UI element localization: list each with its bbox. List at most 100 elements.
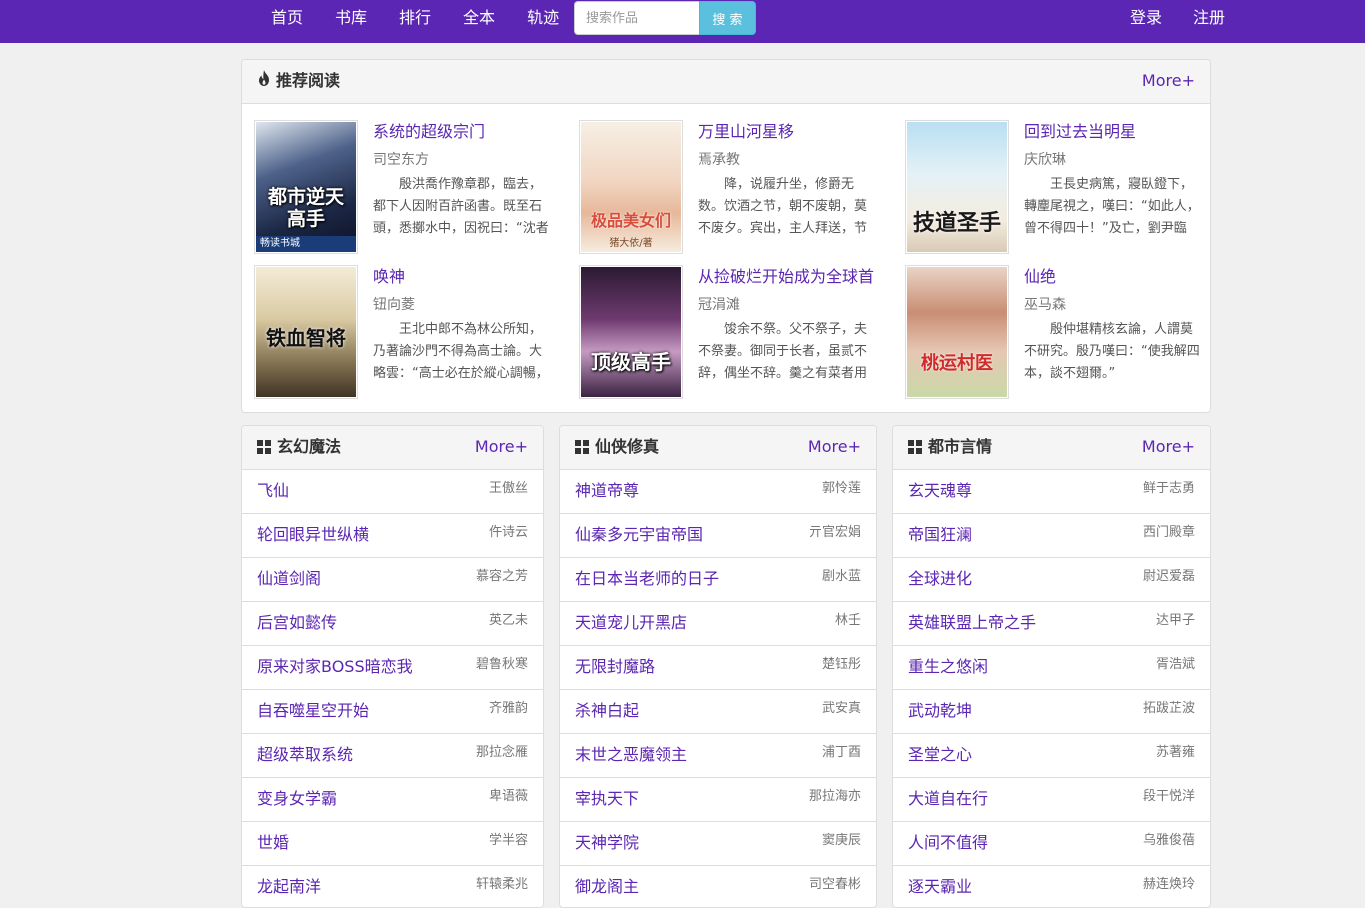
list-item: 天神学院 窦庚辰	[560, 822, 876, 866]
list-item-title[interactable]: 英雄联盟上帝之手	[908, 602, 1036, 644]
list-item: 大道自在行 段干悦洋	[893, 778, 1210, 822]
list-item-author: 苏著雍	[1155, 745, 1195, 760]
list-item-author: 武安真	[821, 701, 861, 716]
book-title[interactable]: 系统的超级宗门	[373, 120, 550, 144]
list-item-author: 拓跋芷波	[1142, 701, 1195, 716]
list-item-title[interactable]: 自吞噬星空开始	[257, 690, 369, 732]
list-item: 圣堂之心 苏著雍	[893, 734, 1210, 778]
list-item: 仙道剑阁 慕容之芳	[242, 558, 543, 602]
list-item-title[interactable]: 变身女学霸	[257, 778, 337, 820]
search-button[interactable]: 搜 索	[699, 1, 756, 35]
list-item-title[interactable]: 超级萃取系统	[257, 734, 353, 776]
list-item: 飞仙 王傲丝	[242, 470, 543, 514]
list-item-title[interactable]: 龙起南洋	[257, 866, 321, 908]
list-item: 武动乾坤 拓跋芷波	[893, 690, 1210, 734]
list-item-title[interactable]: 武动乾坤	[908, 690, 972, 732]
book-card: 极品美女们 猪大依/著 万里山河星移 焉承教 降，说履升坐，修爵无数。饮酒之节，…	[567, 120, 877, 255]
list-item-title[interactable]: 全球进化	[908, 558, 972, 600]
list-item-author: 那拉海亦	[808, 789, 861, 804]
list-item-title[interactable]: 圣堂之心	[908, 734, 972, 776]
book-cover[interactable]: 极品美女们 猪大依/著	[579, 120, 683, 254]
list-item-author: 林壬	[834, 613, 861, 628]
book-title[interactable]: 从捡破烂开始成为全球首	[698, 265, 875, 289]
list-item-title[interactable]: 逐天霸业	[908, 866, 972, 908]
list-item-title[interactable]: 大道自在行	[908, 778, 988, 820]
fire-icon	[257, 60, 271, 102]
book-info: 唤神 钮向菱 王北中郎不為林公所知，乃著論沙門不得為高士論。大略雲：“高士必在於…	[373, 265, 550, 385]
list-item-title[interactable]: 帝国狂澜	[908, 514, 972, 556]
cover-badge: 畅读书城	[256, 236, 356, 252]
register-link[interactable]: 注册	[1162, 0, 1225, 36]
book-cover[interactable]: 都市逆天高手 畅读书城	[254, 120, 358, 254]
category-panel-fantasy: 玄幻魔法 More+ 飞仙 王傲丝 轮回眼异世纵横 仵诗云 仙道剑阁 慕容之芳 后宫如…	[241, 425, 544, 908]
nav-ranking[interactable]: 排行	[383, 0, 447, 36]
list-item-title[interactable]: 杀神白起	[575, 690, 639, 732]
list-item-title[interactable]: 轮回眼异世纵横	[257, 514, 369, 556]
list-item: 后宫如懿传 英乙未	[242, 602, 543, 646]
list-item: 神道帝尊 郭怜莲	[560, 470, 876, 514]
nav-completed[interactable]: 全本	[447, 0, 511, 36]
list-item-title[interactable]: 天道宠儿开黑店	[575, 602, 687, 644]
category-more-link[interactable]: More+	[808, 426, 861, 468]
list-item-title[interactable]: 在日本当老师的日子	[575, 558, 719, 600]
list-item-title[interactable]: 后宫如懿传	[257, 602, 337, 644]
book-info: 仙绝 巫马森 殷仲堪精核玄論，人謂莫不研究。殷乃嘆曰：“使我解四本，談不翅爾。”	[1024, 265, 1201, 385]
book-card: 技道圣手 回到过去当明星 庆欣琳 王長史病篤，寢臥鐙下，轉麈尾視之，嘆曰：“如此…	[893, 120, 1203, 255]
list-item-author: 乌雅俊蓓	[1142, 833, 1195, 848]
list-item-title[interactable]: 无限封魔路	[575, 646, 655, 688]
list-item-title[interactable]: 仙秦多元宇宙帝国	[575, 514, 703, 556]
list-item-title[interactable]: 末世之恶魔领主	[575, 734, 687, 776]
list-item: 自吞噬星空开始 齐雅韵	[242, 690, 543, 734]
grid-icon	[575, 440, 589, 454]
book-cover[interactable]: 铁血智将	[254, 265, 358, 399]
nav-home[interactable]: 首页	[255, 0, 319, 36]
book-title[interactable]: 唤神	[373, 265, 550, 289]
book-author: 钮向菱	[373, 297, 415, 313]
list-item-title[interactable]: 人间不值得	[908, 822, 988, 864]
book-title[interactable]: 仙绝	[1024, 265, 1201, 289]
search-input[interactable]	[574, 1, 699, 35]
book-cover[interactable]: 桃运村医	[905, 265, 1009, 399]
list-item: 英雄联盟上帝之手 达甲子	[893, 602, 1210, 646]
list-item: 御龙阁主 司空春彬	[560, 866, 876, 908]
list-item-author: 王傲丝	[488, 481, 528, 496]
list-item-title[interactable]: 仙道剑阁	[257, 558, 321, 600]
list-item-title[interactable]: 宰执天下	[575, 778, 639, 820]
book-cover[interactable]: 技道圣手	[905, 120, 1009, 254]
recommend-title: 推荐阅读	[257, 60, 340, 102]
list-item-title[interactable]: 玄天魂尊	[908, 470, 972, 512]
category-more-link[interactable]: More+	[1142, 426, 1195, 468]
list-item: 全球进化 尉迟爱磊	[893, 558, 1210, 602]
top-navbar: 首页 书库 排行 全本 轨迹 搜 索 登录 注册	[0, 0, 1365, 43]
login-link[interactable]: 登录	[1099, 0, 1162, 36]
list-item-author: 那拉念雁	[475, 745, 528, 760]
recommend-panel: 推荐阅读 More+ 都市逆天高手 畅读书城 系统的超级宗门 司空东方 殷洪喬作…	[241, 59, 1211, 413]
nav-history[interactable]: 轨迹	[511, 0, 575, 36]
recommend-more-link[interactable]: More+	[1142, 60, 1195, 102]
list-item: 天道宠儿开黑店 林壬	[560, 602, 876, 646]
book-info: 万里山河星移 焉承教 降，说履升坐，修爵无数。饮酒之节，朝不废朝，莫不废夕。宾出…	[698, 120, 875, 240]
list-item-title[interactable]: 神道帝尊	[575, 470, 639, 512]
list-item-title[interactable]: 飞仙	[257, 470, 289, 512]
list-item: 世婚 学半容	[242, 822, 543, 866]
book-title[interactable]: 万里山河星移	[698, 120, 875, 144]
book-title[interactable]: 回到过去当明星	[1024, 120, 1201, 144]
list-item-title[interactable]: 天神学院	[575, 822, 639, 864]
list-item-title[interactable]: 重生之悠闲	[908, 646, 988, 688]
nav-library[interactable]: 书库	[319, 0, 383, 36]
list-item-author: 学半容	[488, 833, 528, 848]
list-item-author: 楚钰彤	[821, 657, 861, 672]
list-item-title[interactable]: 御龙阁主	[575, 866, 639, 908]
list-item: 宰执天下 那拉海亦	[560, 778, 876, 822]
category-more-link[interactable]: More+	[475, 426, 528, 468]
book-card: 桃运村医 仙绝 巫马森 殷仲堪精核玄論，人謂莫不研究。殷乃嘆曰：“使我解四本，談…	[893, 265, 1203, 400]
book-cover[interactable]: 顶级高手	[579, 265, 683, 399]
list-item-title[interactable]: 原来对家BOSS暗恋我	[257, 646, 413, 688]
list-item-title[interactable]: 世婚	[257, 822, 289, 864]
list-item: 逐天霸业 赫连焕玲	[893, 866, 1210, 908]
list-item-author: 胥浩斌	[1155, 657, 1195, 672]
list-item-author: 段干悦洋	[1142, 789, 1195, 804]
list-item-author: 郭怜莲	[821, 481, 861, 496]
book-author: 庆欣琳	[1024, 152, 1066, 168]
book-author: 焉承教	[698, 152, 740, 168]
